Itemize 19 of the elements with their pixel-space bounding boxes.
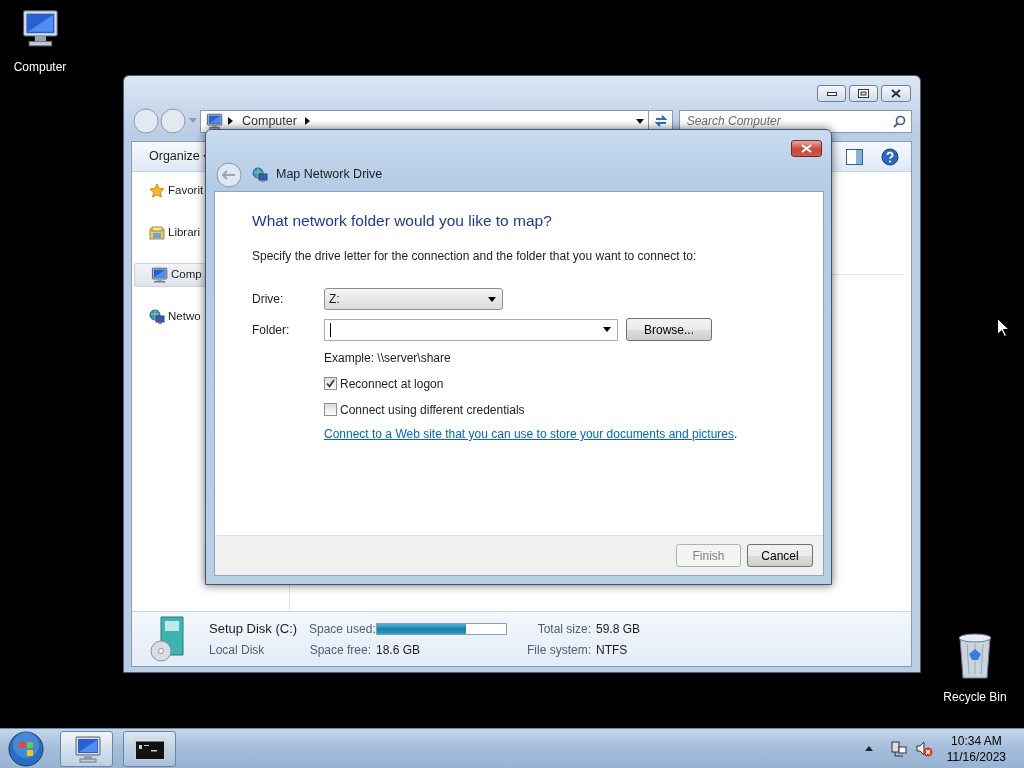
checkbox-label: Connect using different credentials <box>340 401 525 419</box>
dialog-title: Map Network Drive <box>276 166 383 184</box>
field-label: Drive: <box>252 291 285 308</box>
field-label: Space free: <box>309 641 371 659</box>
link-period: . <box>734 426 738 443</box>
drive-name: Setup Disk (C:) <box>209 620 299 639</box>
example-text: Example: \\server\share <box>324 350 452 367</box>
field-label: Total size: <box>536 621 591 638</box>
field-value: 18.6 GB <box>376 641 422 659</box>
field-value: NTFS <box>596 641 629 659</box>
clock-time: 10:34 AM <box>950 732 1003 749</box>
checkbox-label: Reconnect at logon <box>340 375 444 393</box>
field-label: Folder: <box>252 321 291 339</box>
dialog-heading: What network folder would you like to map? <box>252 211 553 231</box>
drive-type: Local Disk <box>209 641 266 659</box>
field-label: File system: <box>526 641 591 659</box>
clock-date: 11/16/2023 <box>946 748 1006 765</box>
field-value: 59.8 GB <box>596 621 641 638</box>
instruction-text: Specify the drive letter for the connection and the folder that you want to connect to: <box>252 248 698 265</box>
